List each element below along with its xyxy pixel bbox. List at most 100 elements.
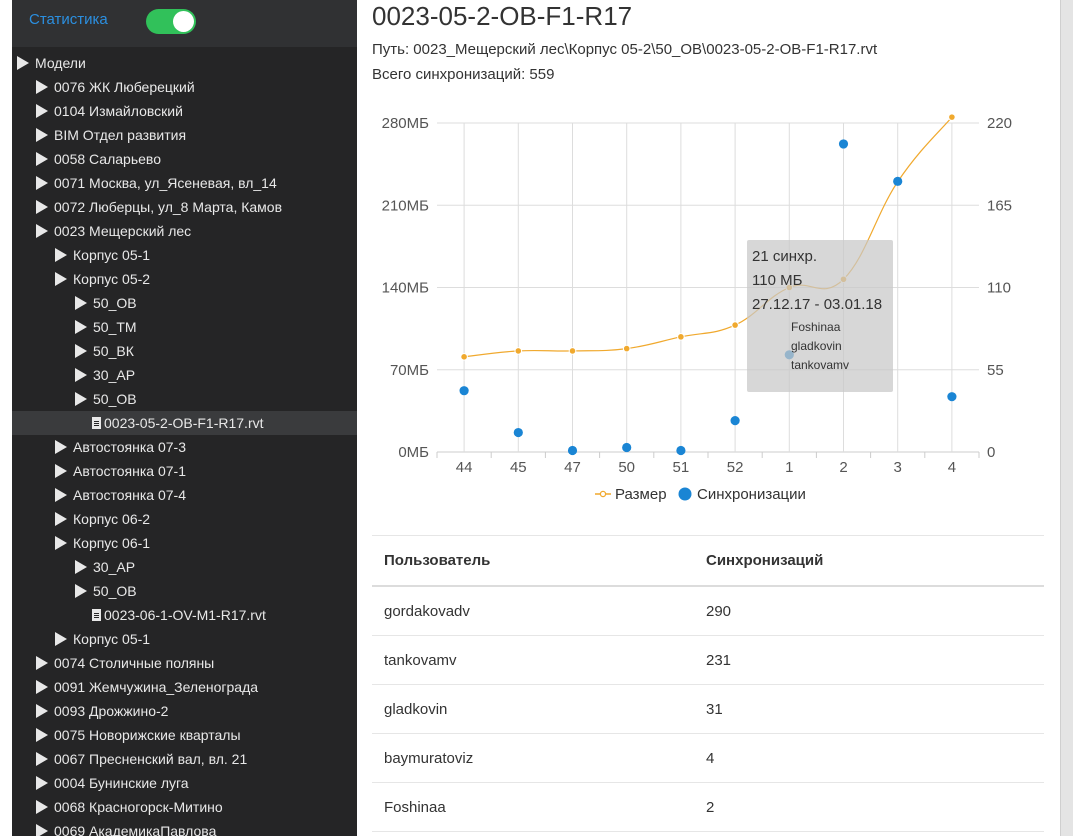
sidebar-header: Статистика (12, 0, 357, 47)
sync-point[interactable] (676, 445, 686, 456)
tooltip-user: Foshinaa (791, 320, 841, 334)
expand-arrow-icon (36, 80, 48, 95)
tree-folder-item[interactable]: 0071 Москва, ул_Ясеневая, вл_14 (12, 171, 357, 195)
tree-item-label: 50_ТМ (93, 319, 137, 335)
tree-folder-item[interactable]: Корпус 06-1 (12, 531, 357, 555)
statistics-link[interactable]: Статистика (29, 11, 108, 28)
expand-arrow-icon (36, 680, 48, 695)
expand-arrow-icon (36, 104, 48, 119)
size-point[interactable] (514, 347, 523, 355)
tree-folder-item[interactable]: 0069 АкадемикаПавлова (12, 819, 357, 836)
legend-sync-label: Синхронизации (697, 486, 806, 503)
size-point[interactable] (948, 113, 956, 121)
x-tick-label: 2 (839, 459, 847, 476)
tree-folder-item[interactable]: 0076 ЖК Люберецкий (12, 75, 357, 99)
sync-point[interactable] (730, 415, 740, 426)
tree-folder-item[interactable]: 0023 Мещерский лес (12, 219, 357, 243)
y-left-tick-label: 0МБ (398, 444, 429, 461)
expand-arrow-icon (36, 200, 48, 215)
x-tick-label: 47 (564, 459, 581, 476)
scrollbar[interactable] (1060, 0, 1073, 836)
x-tick-label: 1 (785, 459, 793, 476)
tree-item-label: Корпус 06-1 (73, 535, 151, 551)
tree-item-label: 0023-06-1-OV-M1-R17.rvt (104, 607, 266, 623)
tree-folder-item[interactable]: 50_ОВ (12, 579, 357, 603)
user-name-cell: tankovamv (372, 635, 694, 685)
expand-arrow-icon (36, 800, 48, 815)
tree-folder-item[interactable]: 0075 Новорижские кварталы (12, 723, 357, 747)
tree-folder-item[interactable]: 0074 Столичные поляны (12, 651, 357, 675)
sync-point[interactable] (947, 392, 957, 402)
tree-folder-item[interactable]: Корпус 05-2 (12, 267, 357, 291)
tree-folder-item[interactable]: 0067 Пресненский вал, вл. 21 (12, 747, 357, 771)
tree-file-item[interactable]: 0023-06-1-OV-M1-R17.rvt (12, 603, 357, 627)
tree-folder-item[interactable]: 50_ТМ (12, 315, 357, 339)
tree-folder-item[interactable]: 0004 Бунинские луга (12, 771, 357, 795)
tree-folder-item[interactable]: 0058 Саларьево (12, 147, 357, 171)
tree-folder-item[interactable]: 0072 Люберцы, ул_8 Марта, Камов (12, 195, 357, 219)
tree-folder-item[interactable]: Корпус 05-1 (12, 243, 357, 267)
tree-folder-item[interactable]: Корпус 06-2 (12, 507, 357, 531)
tree-item-label: 0058 Саларьево (54, 151, 161, 167)
size-point[interactable] (731, 321, 739, 329)
tooltip-line: 27.12.17 - 03.01.18 (752, 296, 882, 313)
tree-folder-item[interactable]: 30_АР (12, 555, 357, 579)
tree-folder-item[interactable]: 0093 Дрожжино-2 (12, 699, 357, 723)
tree-item-label: BIM Отдел развития (54, 127, 187, 143)
tooltip-line: 110 МБ (752, 272, 803, 289)
tree-folder-item[interactable]: Корпус 05-1 (12, 627, 357, 651)
page-title: 0023-05-2-OB-F1-R17 (372, 1, 633, 31)
size-point[interactable] (622, 344, 631, 353)
tree-folder-item[interactable]: 0068 Красногорск-Митино (12, 795, 357, 819)
col-header-syncs[interactable]: Синхронизаций (694, 535, 1044, 587)
model-tree: Модели 0076 ЖК Люберецкий 0104 Измайловски… (12, 47, 357, 836)
tree-folder-item[interactable]: Автостоянка 07-4 (12, 483, 357, 507)
tree-item-label: 0023 Мещерский лес (54, 223, 192, 239)
tooltip-user: gladkovin (791, 339, 842, 353)
tree-item-label: 30_АР (93, 559, 136, 575)
size-point[interactable] (568, 347, 577, 355)
sidebar: Статистика Модели 0076 ЖК Люберецкий 0104 … (0, 0, 357, 836)
tree-folder-item[interactable]: 0104 Измайловский (12, 99, 357, 123)
tree-folder-item[interactable]: 0091 Жемчужина_Зеленограда (12, 675, 357, 699)
tree-folder-item[interactable]: BIM Отдел развития (12, 123, 357, 147)
size-point[interactable] (460, 353, 468, 361)
y-left-tick-label: 140МБ (382, 280, 430, 297)
sync-point[interactable] (567, 445, 578, 456)
expand-arrow-icon (75, 560, 87, 575)
tree-folder-item[interactable]: 30_АР (12, 363, 357, 387)
tree-folder-item[interactable]: 50_ОВ (12, 291, 357, 315)
tree-folder-item[interactable]: Автостоянка 07-3 (12, 435, 357, 459)
size-point[interactable] (677, 333, 685, 341)
tree-file-item[interactable]: 0023-05-2-OB-F1-R17.rvt (12, 411, 357, 435)
sync-point[interactable] (893, 176, 903, 186)
statistics-toggle[interactable] (146, 9, 196, 34)
tree-item-label: 0004 Бунинские луга (54, 775, 189, 791)
x-tick-label: 52 (727, 459, 744, 476)
legend-sync-marker-icon (678, 487, 692, 501)
tree-item-label: 50_ОВ (93, 391, 137, 407)
tree-folder-item[interactable]: Модели (12, 51, 357, 75)
col-header-user[interactable]: Пользователь (372, 535, 694, 587)
expand-arrow-icon (75, 392, 87, 407)
table-row: gladkovin 31 (372, 684, 1044, 734)
table-row: gordakovadv 290 (372, 586, 1044, 636)
sync-point[interactable] (513, 427, 523, 438)
sync-count-cell: 231 (694, 635, 1044, 685)
sync-point[interactable] (622, 442, 632, 453)
expand-arrow-icon (36, 824, 48, 836)
expand-arrow-icon (55, 440, 67, 455)
tree-item-label: Автостоянка 07-1 (73, 463, 186, 479)
sync-point[interactable] (459, 386, 469, 396)
tree-folder-item[interactable]: 50_ОВ (12, 387, 357, 411)
tree-folder-item[interactable]: Автостоянка 07-1 (12, 459, 357, 483)
expand-arrow-icon (17, 56, 29, 71)
tree-item-label: Корпус 05-1 (73, 247, 151, 263)
tree-item-label: 0091 Жемчужина_Зеленограда (54, 679, 259, 695)
tree-item-label: Корпус 05-2 (73, 271, 151, 287)
sync-point[interactable] (838, 139, 849, 149)
table-header-row: Пользователь Синхронизаций (372, 535, 1044, 587)
tree-item-label: 0072 Люберцы, ул_8 Марта, Камов (54, 199, 283, 215)
tree-folder-item[interactable]: 50_ВК (12, 339, 357, 363)
expand-arrow-icon (55, 248, 67, 263)
